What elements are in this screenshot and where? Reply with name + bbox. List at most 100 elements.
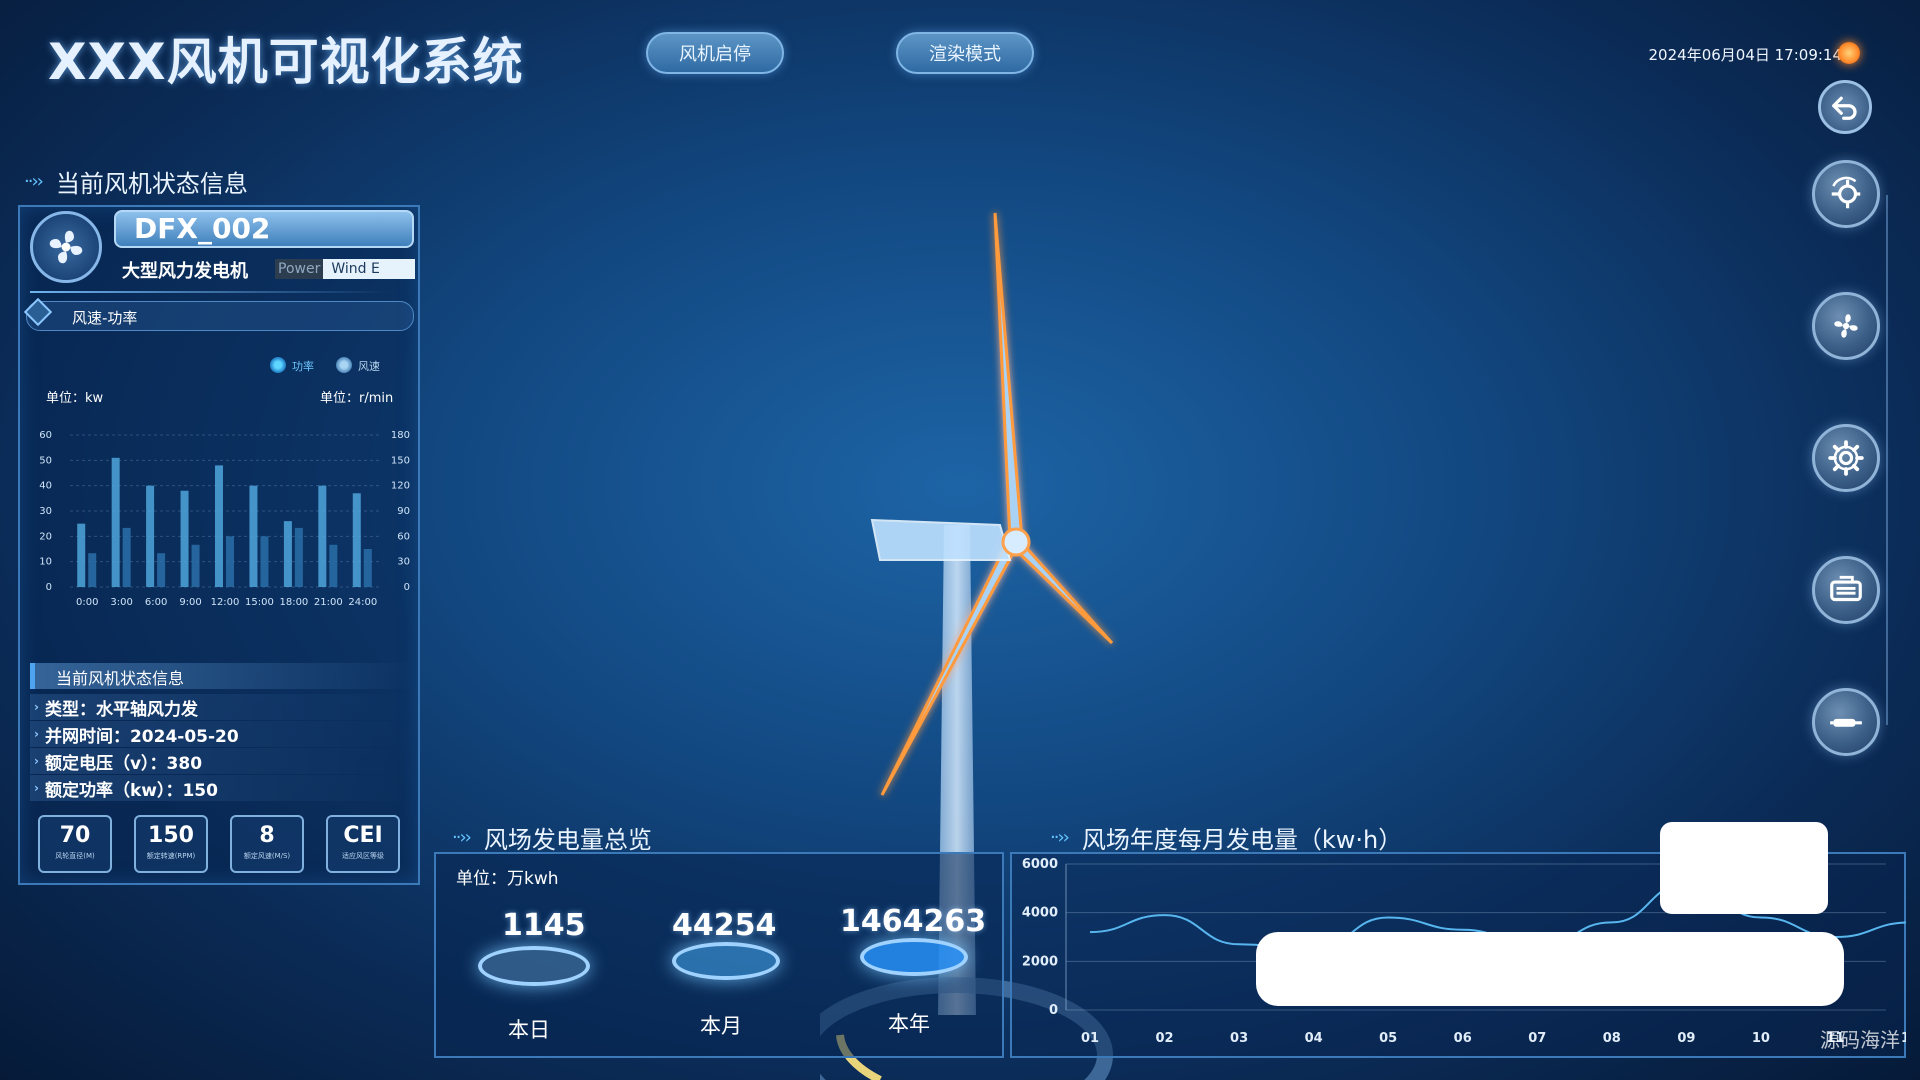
bar-speed (294, 527, 303, 587)
nacelle-icon (1830, 718, 1862, 727)
pedestal-year (860, 938, 968, 976)
y-tick-left: 30 (39, 506, 52, 517)
x-tick: 3:00 (110, 597, 132, 608)
y-tick: 6000 (1022, 857, 1058, 872)
gen-month-value: 44254 (672, 908, 777, 943)
y-tick-right: 0 (404, 582, 410, 593)
x-tick: 6:00 (145, 597, 167, 608)
x-tick: 21:00 (314, 597, 343, 608)
fan-logo (30, 211, 102, 283)
generator-icon (1830, 575, 1862, 602)
stat-value: CEI (343, 823, 383, 848)
y-tick-right: 90 (397, 506, 410, 517)
unit-right: 单位：r/min (320, 391, 394, 406)
y-tick: 4000 (1022, 906, 1058, 921)
info-row-type: › 类型：水平轴风力发 (30, 694, 414, 720)
bar-speed (122, 527, 131, 587)
info-row-text: 额定功率（kw）：150 (44, 780, 218, 801)
legend-power-dot[interactable] (270, 357, 286, 373)
x-tick: 9:00 (179, 597, 201, 608)
x-tick: 08 (1603, 1031, 1621, 1046)
x-tick: 24:00 (348, 597, 377, 608)
x-tick: 18:00 (279, 597, 308, 608)
bar-speed (226, 536, 234, 587)
turbine-tag: Power Wind E (275, 259, 415, 279)
stat-label: 风轮直径(M) (55, 852, 95, 860)
gear-icon (1828, 440, 1864, 476)
stat-rated-wind: 8 额定风速(M/S) (230, 815, 304, 873)
y-tick-right: 150 (391, 455, 410, 466)
hub (1001, 527, 1031, 557)
separator (30, 291, 390, 293)
pedestal-day (478, 946, 590, 986)
tag-part2: Wind E (331, 261, 380, 277)
y-tick-left: 40 (39, 481, 52, 492)
rail-button-settings[interactable] (1812, 424, 1880, 492)
legend-speed-dot[interactable] (336, 357, 352, 373)
chevron-right-icon: › (34, 754, 39, 768)
redaction-block (1660, 822, 1828, 914)
bar-power (215, 465, 223, 587)
stat-wind-class: CEI 适应风区等级 (326, 815, 400, 873)
y-tick-right: 120 (391, 481, 410, 492)
turbine-id: DFX_002 (114, 210, 414, 248)
rail-button-nacelle[interactable] (1812, 688, 1880, 756)
bar-speed (157, 553, 166, 587)
legend-power-label: 功率 (292, 360, 314, 373)
y-tick-left: 10 (39, 557, 52, 568)
bar-power (352, 493, 361, 587)
status-panel: DFX_002 大型风力发电机 Power Wind E 风速-功率 功率 风速… (18, 205, 420, 885)
render-mode-button[interactable]: 渲染模式 (896, 32, 1034, 74)
stat-value: 150 (148, 823, 194, 848)
pedestal-month (672, 942, 780, 980)
rail-line (1886, 195, 1888, 725)
info-heading: 当前风机状态信息 (56, 669, 185, 688)
gen-year-label: 本年 (888, 1012, 930, 1036)
x-tick: 07 (1528, 1031, 1546, 1046)
y-tick-left: 20 (39, 531, 52, 542)
info-row-text: 类型：水平轴风力发 (44, 699, 198, 720)
x-tick: 12:00 (211, 597, 240, 608)
turbine-type: 大型风力发电机 (122, 261, 248, 282)
watermark: 源码海洋 (1820, 1028, 1900, 1052)
rotor-rotate-icon (1831, 176, 1861, 209)
y-tick: 0 (1049, 1003, 1058, 1018)
unit-left: 单位：kw (46, 391, 104, 406)
start-stop-button[interactable]: 风机启停 (646, 32, 784, 74)
fan-icon (1834, 314, 1858, 338)
chart-title: 风速-功率 (72, 309, 138, 327)
x-tick: 12 (1901, 1031, 1906, 1046)
x-tick: 15:00 (245, 597, 274, 608)
bar-power (283, 521, 292, 587)
x-tick: 05 (1379, 1031, 1397, 1046)
info-row-text: 并网时间：2024-05-20 (44, 726, 239, 747)
rail-button-fan[interactable] (1812, 292, 1880, 360)
stat-rotor-diameter: 70 风轮直径(M) (38, 815, 112, 873)
y-tick-left: 60 (39, 430, 52, 441)
x-tick: 10 (1752, 1031, 1770, 1046)
stat-label: 额定风速(M/S) (243, 852, 291, 860)
x-tick: 09 (1677, 1031, 1695, 1046)
x-tick: 03 (1230, 1031, 1248, 1046)
gen-day-label: 本日 (508, 1018, 550, 1042)
info-row-text: 额定电压（v）：380 (44, 753, 203, 774)
rail-button-generator[interactable] (1812, 556, 1880, 624)
datetime: 2024年06月04日 17:09:14 (1648, 46, 1842, 64)
blades (880, 212, 1114, 796)
gen-day-value: 1145 (502, 908, 586, 943)
y-tick-left: 50 (39, 455, 52, 466)
back-button[interactable] (1818, 80, 1872, 134)
x-tick: 06 (1454, 1031, 1472, 1046)
gen-year-value: 1464263 (840, 904, 987, 939)
info-row-grid-date: › 并网时间：2024-05-20 (30, 721, 414, 747)
yearly-heading: ··›› 风场年度每月发电量（kw·h） (1050, 826, 1403, 854)
nacelle (870, 518, 1012, 561)
x-tick: 02 (1155, 1031, 1173, 1046)
y-tick-right: 60 (397, 531, 410, 542)
bar-power (249, 485, 258, 587)
stat-value: 70 (59, 823, 91, 848)
bar-speed (88, 553, 97, 587)
status-heading: ··›› 当前风机状态信息 (24, 170, 248, 198)
rail-button-rotor[interactable] (1812, 160, 1880, 228)
speed-power-bar-chart: 0 10 20 30 40 50 60 0 30 60 90 120 150 180 0:00 3:00 6:0… (39, 430, 410, 608)
